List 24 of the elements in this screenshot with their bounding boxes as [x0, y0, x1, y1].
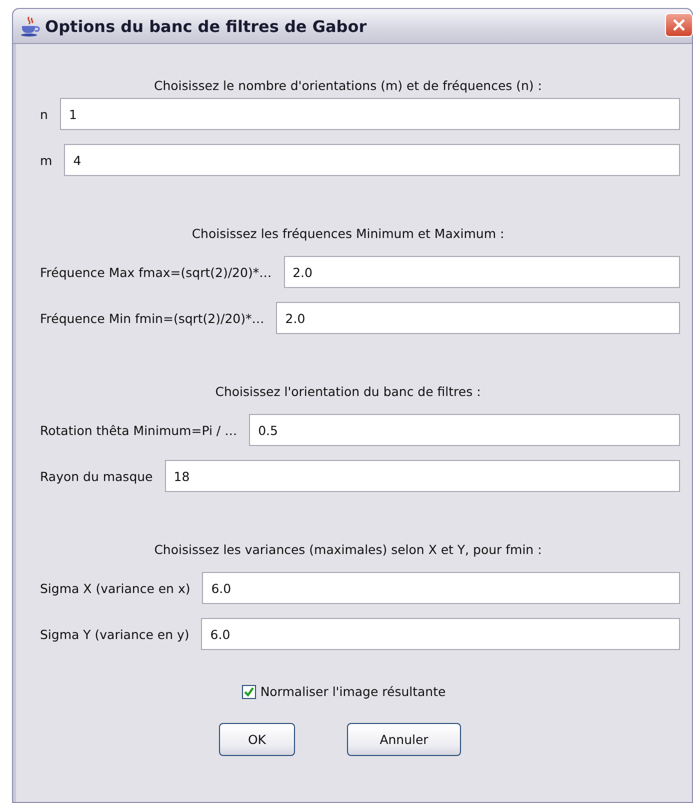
- window-title: Options du banc de filtres de Gabor: [45, 16, 367, 36]
- ok-button[interactable]: OK: [219, 723, 295, 756]
- input-field[interactable]: 2.0: [284, 256, 680, 288]
- input-field[interactable]: 2.0: [276, 302, 680, 334]
- input-field[interactable]: 4: [64, 144, 680, 176]
- field-label: Rotation thêta Minimum=Pi / …: [39, 422, 238, 438]
- input-field[interactable]: 0.5: [249, 414, 680, 446]
- checkbox-label: Normaliser l'image résultante: [260, 684, 446, 699]
- cancel-button[interactable]: Annuler: [347, 723, 461, 756]
- input-field[interactable]: 1: [60, 98, 680, 130]
- field-label: Sigma X (variance en x): [39, 580, 190, 596]
- field-label: m: [39, 152, 52, 168]
- input-field[interactable]: 6.0: [201, 618, 680, 650]
- field-label: n: [39, 106, 48, 122]
- section-heading: Choisissez les variances (maximales) selon X et Y, pour fmin :: [153, 541, 543, 559]
- section-heading: Choisissez les fréquences Minimum et Maximum :: [190, 225, 506, 243]
- field-label: Rayon du masque: [39, 468, 153, 484]
- section-heading: Choisissez l'orientation du banc de filtres :: [214, 383, 482, 401]
- field-label: Fréquence Max fmax=(sqrt(2)/20)*…: [39, 264, 272, 280]
- input-field[interactable]: 18: [164, 460, 680, 492]
- field-label: Fréquence Min fmin=(sqrt(2)/20)*…: [39, 310, 264, 326]
- field-label: Sigma Y (variance en y): [39, 626, 190, 642]
- section-heading: Choisissez le nombre d'orientations (m) et de fréquences (n) :: [153, 77, 543, 95]
- input-field[interactable]: 6.0: [202, 572, 680, 604]
